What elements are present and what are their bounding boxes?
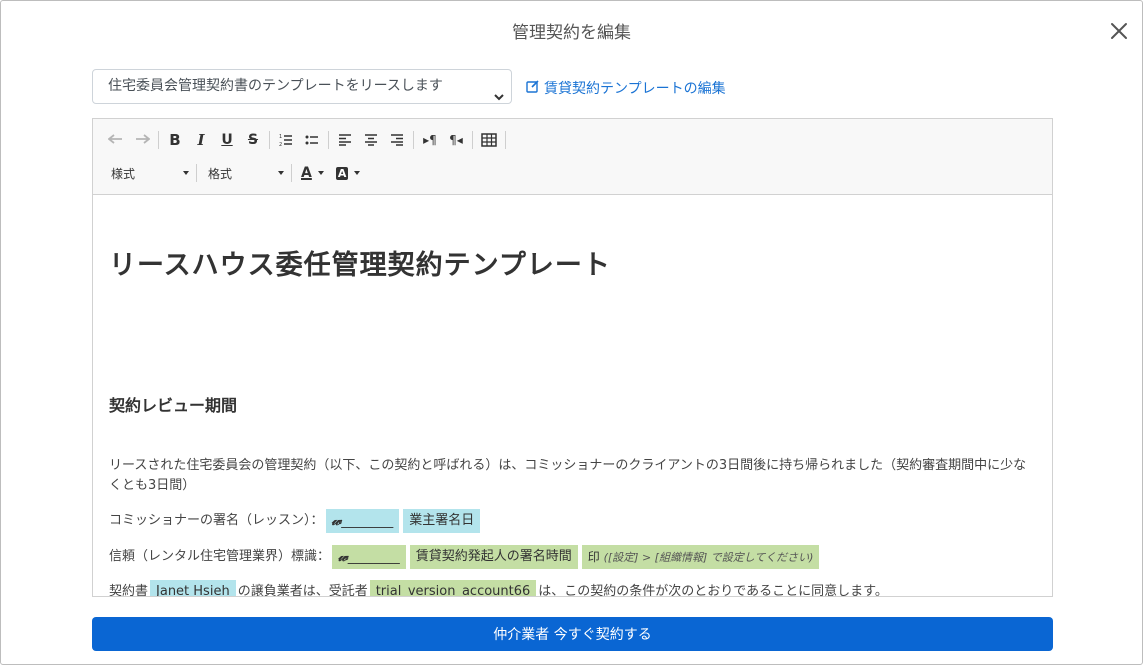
contract-mid-text: の譲負業者は、受託者 [237,584,368,596]
bold-icon[interactable]: B [162,127,188,153]
caret-down-icon [278,171,284,175]
caret-down-icon [354,171,361,175]
contract-suffix: は、この契約の条件が次のとおりであることに同意します。 [538,584,888,596]
close-icon[interactable] [1108,20,1130,42]
toolbar-divider [328,131,329,149]
document-title: リースハウス委任管理契約テンプレート [109,250,611,281]
signature-icon: 𝓌 [338,549,348,565]
initiator-sign-time-field[interactable]: 賃貸契約発起人の署名時間 [409,545,578,569]
edit-contract-modal: 管理契約を編集 住宅委員会管理契約書のテンプレートをリースします 賃貸契約テンプ… [0,0,1143,665]
trustee-account-field[interactable]: trial_version_account66 [369,580,537,596]
signature-icon: 𝓌 [331,513,342,529]
svg-text:1: 1 [279,134,282,140]
trustee-mark-label: 信頼（レンタル住宅管理業界）標識： [109,549,331,564]
italic-icon[interactable]: I [188,127,214,153]
template-select[interactable]: 住宅委員会管理契約書のテンプレートをリースします [92,69,512,104]
commissioner-signature-label: コミッショナーの署名（レッスン）： [109,513,324,528]
owner-sign-date-field[interactable]: 業主署名日 [403,509,481,533]
editor-toolbar: B I U S 12 ▸¶ ¶◂ 様式 格式 A A [93,119,1052,195]
bullet-list-icon[interactable] [299,127,325,153]
toolbar-divider [291,164,292,182]
ltr-direction-icon[interactable]: ▸¶ [417,127,443,153]
seal-label: 印 [587,550,600,564]
trustee-mark-line: 信頼（レンタル住宅管理業界）標識： 𝓌________ 賃貸契約発起人の署名時間… [109,545,1039,569]
rich-text-editor: B I U S 12 ▸¶ ¶◂ 様式 格式 A A リースハウス委任管理契約テ… [92,118,1053,597]
align-right-icon[interactable] [384,127,410,153]
client-name-field[interactable]: Janet Hsieh [150,580,236,596]
table-icon[interactable] [476,127,502,153]
ordered-list-icon[interactable]: 12 [273,127,299,153]
caret-down-icon [317,171,324,175]
contract-prefix: 契約書 [109,584,149,596]
paragraph-review-period: リースされた住宅委員会の管理契約（以下、この契約と呼ばれる）は、コミッショナーの… [109,458,1027,493]
chevron-down-icon [493,82,505,103]
seal-field[interactable]: 印 ([設定] > [組織情報] で設定してください) [581,545,820,569]
format-dropdown[interactable]: 格式 [200,161,288,185]
svg-text:2: 2 [279,142,282,147]
align-left-icon[interactable] [332,127,358,153]
style-dropdown-label: 様式 [111,166,136,181]
text-color-icon: A [301,165,312,181]
template-select-value: 住宅委員会管理契約書のテンプレートをリースします [108,78,443,94]
signature-blank: ________ [347,550,400,565]
underline-icon[interactable]: U [214,127,240,153]
text-color-button[interactable]: A [295,161,330,185]
commissioner-signature-field[interactable]: 𝓌________ [325,509,400,533]
section-title: 契約レビュー期間 [109,396,238,415]
toolbar-divider [158,131,159,149]
trustee-signature-field[interactable]: 𝓌________ [332,545,406,569]
toolbar-divider [413,131,414,149]
redo-icon[interactable] [129,127,155,153]
caret-down-icon [183,171,189,175]
signature-blank: ________ [341,514,394,529]
strikethrough-icon[interactable]: S [240,127,266,153]
sign-now-button[interactable]: 仲介業者 今すぐ契約する [92,617,1053,651]
undo-icon[interactable] [103,127,129,153]
commissioner-signature-line: コミッショナーの署名（レッスン）： 𝓌________ 業主署名日 [109,509,1039,533]
contract-parties-line: 契約書 Janet Hsieh の譲負業者は、受託者 trial_version… [109,580,1039,596]
toolbar-divider [505,131,506,149]
align-center-icon[interactable] [358,127,384,153]
seal-hint: ([設定] > [組織情報] で設定してください) [603,551,814,564]
modal-title: 管理契約を編集 [512,23,631,43]
style-dropdown[interactable]: 様式 [103,161,193,185]
format-dropdown-label: 格式 [208,166,233,181]
edit-icon [526,79,540,97]
toolbar-divider [472,131,473,149]
editor-content[interactable]: リースハウス委任管理契約テンプレート 契約レビュー期間 リースされた住宅委員会の… [93,196,1052,596]
edit-link-label: 賃貸契約テンプレートの編集 [544,81,726,97]
background-color-button[interactable]: A [330,161,367,185]
edit-lease-template-link[interactable]: 賃貸契約テンプレートの編集 [526,78,726,98]
background-color-icon: A [335,166,349,180]
rtl-direction-icon[interactable]: ¶◂ [443,127,469,153]
toolbar-divider [269,131,270,149]
toolbar-divider [196,164,197,182]
